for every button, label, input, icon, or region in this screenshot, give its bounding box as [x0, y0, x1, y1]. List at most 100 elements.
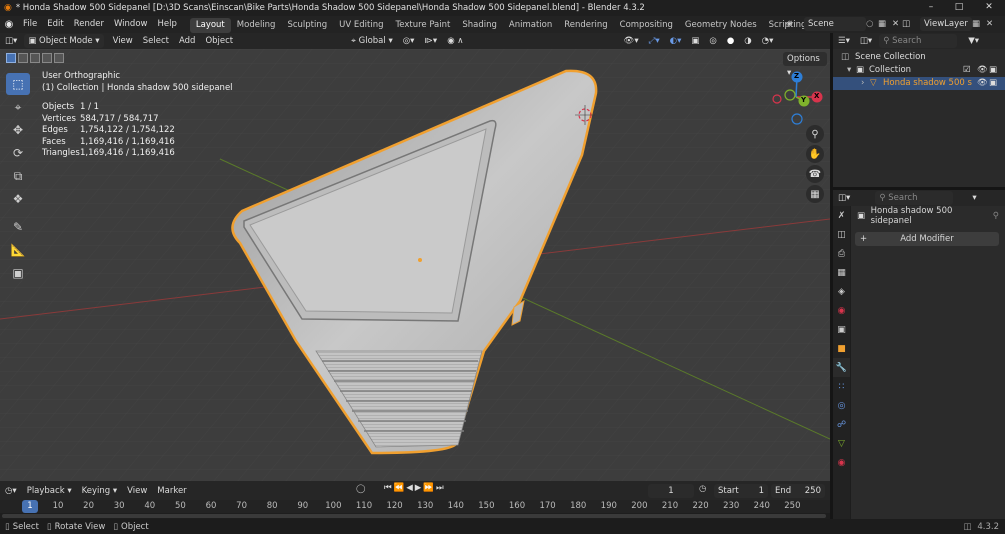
menu-select[interactable]: Select — [138, 33, 174, 49]
move-tool-icon[interactable]: ✥ — [6, 119, 30, 141]
properties-options-icon[interactable]: ▾ — [967, 190, 981, 206]
end-frame-field[interactable]: End 250 — [771, 484, 825, 498]
blender-menu-icon[interactable]: ◉ — [0, 19, 18, 30]
modifier-tab-icon[interactable]: 🔧 — [833, 358, 850, 377]
jump-end-icon[interactable]: ⏭ — [436, 483, 446, 493]
output-tab-icon[interactable]: ⎙ — [833, 244, 850, 263]
pivot-icon[interactable]: ◎▾ — [398, 33, 420, 49]
tab-modeling[interactable]: Modeling — [231, 18, 282, 33]
timeline-editor-icon[interactable]: ◷▾ — [0, 483, 22, 499]
playback-menu[interactable]: Playback ▾ — [22, 483, 77, 499]
options-dropdown[interactable]: Options ▾ — [783, 52, 827, 78]
scene-selector[interactable]: ◈ Scene ○ ▦ ✕ — [786, 17, 906, 31]
clock-icon[interactable]: ◷ — [699, 484, 706, 494]
play-reverse-icon[interactable]: ◀ — [406, 483, 415, 493]
select-extend-icon[interactable] — [18, 53, 28, 63]
shading-material-icon[interactable]: ◑ — [739, 33, 756, 49]
camera-view-icon[interactable]: ☎ — [806, 165, 824, 183]
menu-file[interactable]: File — [18, 16, 42, 33]
add-modifier-button[interactable]: + Add Modifier — [855, 232, 999, 246]
timeline-view-menu[interactable]: View — [122, 483, 152, 499]
outliner-search-input[interactable]: ⚲ Search — [879, 34, 958, 48]
prev-keyframe-icon[interactable]: ⏪ — [394, 483, 407, 493]
shading-rendered-icon[interactable]: ◔▾ — [757, 33, 779, 49]
collection-visibility-icon[interactable]: 👁 — [977, 64, 988, 77]
jump-start-icon[interactable]: ⏮ — [384, 483, 394, 493]
select-box-tool-icon[interactable]: ⬚ — [6, 73, 30, 95]
expand-collection-icon[interactable]: ▾ — [847, 64, 856, 77]
select-intersect-icon[interactable] — [42, 53, 52, 63]
tab-layout[interactable]: Layout — [189, 17, 231, 33]
menu-render[interactable]: Render — [69, 16, 109, 33]
properties-editor-icon[interactable]: ◫▾ — [833, 190, 855, 206]
select-invert-icon[interactable] — [54, 53, 64, 63]
add-cube-tool-icon[interactable]: ▣ — [6, 262, 30, 284]
collection-exclude-checkbox[interactable]: ☑ — [963, 64, 971, 77]
select-new-icon[interactable] — [6, 53, 16, 63]
new-scene-icon[interactable]: ▦ — [878, 19, 892, 29]
menu-view[interactable]: View — [108, 33, 138, 49]
zoom-icon[interactable]: ⚲ — [806, 125, 824, 143]
tab-compositing[interactable]: Compositing — [614, 18, 679, 33]
viewlayer-name-field[interactable]: ViewLayer — [920, 17, 972, 31]
scene-tab-icon[interactable]: ◈ — [833, 282, 850, 301]
xray-icon[interactable]: ▣ — [686, 33, 704, 49]
tab-sculpting[interactable]: Sculpting — [281, 18, 333, 33]
next-keyframe-icon[interactable]: ⏩ — [423, 483, 436, 493]
delete-viewlayer-icon[interactable]: ✕ — [986, 19, 1000, 29]
viewlayer-selector[interactable]: ◫ ViewLayer ▦ ✕ — [902, 17, 1000, 31]
tab-geometry-nodes[interactable]: Geometry Nodes — [679, 18, 763, 33]
outliner-editor-icon[interactable]: ☰▾ — [833, 33, 855, 49]
menu-edit[interactable]: Edit — [42, 16, 68, 33]
transform-orientation-dropdown[interactable]: ⌖ Global ▾ — [346, 33, 398, 49]
shading-wireframe-icon[interactable]: ◎ — [704, 33, 721, 49]
marker-menu[interactable]: Marker — [152, 483, 191, 499]
object-tab-icon[interactable]: ■ — [833, 339, 850, 358]
menu-object[interactable]: Object — [200, 33, 238, 49]
render-tab-icon[interactable]: ◫ — [833, 225, 850, 244]
pan-hand-icon[interactable]: ✋ — [806, 145, 824, 163]
shading-solid-icon[interactable]: ● — [722, 33, 739, 49]
select-subtract-icon[interactable] — [30, 53, 40, 63]
gizmo-toggle-icon[interactable]: ⤢▾ — [644, 33, 665, 49]
collection-render-icon[interactable]: ▣ — [989, 64, 997, 77]
new-viewlayer-icon[interactable]: ▦ — [972, 19, 986, 29]
current-frame-field[interactable]: 1 — [648, 484, 694, 498]
editor-type-icon[interactable]: ◫▾ — [0, 33, 22, 49]
annotate-tool-icon[interactable]: ✎ — [6, 216, 30, 238]
proportional-edit-icon[interactable]: ◉ ∧ — [442, 33, 468, 49]
filter-icon[interactable]: ▼▾ — [963, 33, 984, 49]
rotate-tool-icon[interactable]: ⟳ — [6, 142, 30, 164]
constraints-tab-icon[interactable]: ☍ — [833, 415, 850, 434]
mode-dropdown[interactable]: ▣ Object Mode ▾ — [24, 34, 104, 48]
physics-tab-icon[interactable]: ◎ — [833, 396, 850, 415]
outliner-row-scene-collection[interactable]: ◫ Scene Collection — [833, 51, 1005, 64]
outliner-row-collection[interactable]: ▾ ▣ Collection ☑ 👁 ▣ — [833, 64, 1005, 77]
keying-menu[interactable]: Keying ▾ — [77, 483, 123, 499]
record-icon[interactable]: ◯ — [356, 484, 366, 494]
minimize-icon[interactable]: – — [917, 0, 945, 16]
close-icon[interactable]: ✕ — [975, 0, 1003, 16]
3d-viewport[interactable]: ⬚ ⌖ ✥ ⟳ ⧉ ❖ ✎ 📐 ▣ User Orthographic (1) … — [0, 49, 830, 481]
overlay-toggle-icon[interactable]: ◐▾ — [665, 33, 687, 49]
view-layer-tab-icon[interactable]: ▦ — [833, 263, 850, 282]
tab-shading[interactable]: Shading — [456, 18, 503, 33]
menu-window[interactable]: Window — [109, 16, 153, 33]
data-tab-icon[interactable]: ▽ — [833, 434, 850, 453]
object-render-icon[interactable]: ▣ — [989, 77, 997, 90]
world-tab-icon[interactable]: ◉ — [833, 301, 850, 320]
perspective-grid-icon[interactable]: ▦ — [806, 185, 824, 203]
menu-help[interactable]: Help — [152, 16, 181, 33]
particles-tab-icon[interactable]: ∷ — [833, 377, 850, 396]
transform-tool-icon[interactable]: ❖ — [6, 188, 30, 210]
visibility-icon[interactable]: 👁▾ — [619, 33, 644, 49]
expand-object-icon[interactable]: › — [861, 77, 870, 90]
pin-object-icon[interactable]: ⚲ — [993, 211, 999, 221]
timeline-scrollbar[interactable] — [2, 514, 826, 518]
snap-icon[interactable]: ⧐▾ — [419, 33, 442, 49]
measure-tool-icon[interactable]: 📐 — [6, 239, 30, 261]
start-frame-field[interactable]: Start 1 — [714, 484, 768, 498]
tab-texture-paint[interactable]: Texture Paint — [390, 18, 457, 33]
timeline-ruler[interactable]: 1 10 20 30 40 50 60 70 80 90 100 110 120 130 140 150 160… — [0, 500, 830, 513]
outliner-row-object[interactable]: › ▽ Honda shadow 500 s 👁 ▣ — [833, 77, 1005, 90]
